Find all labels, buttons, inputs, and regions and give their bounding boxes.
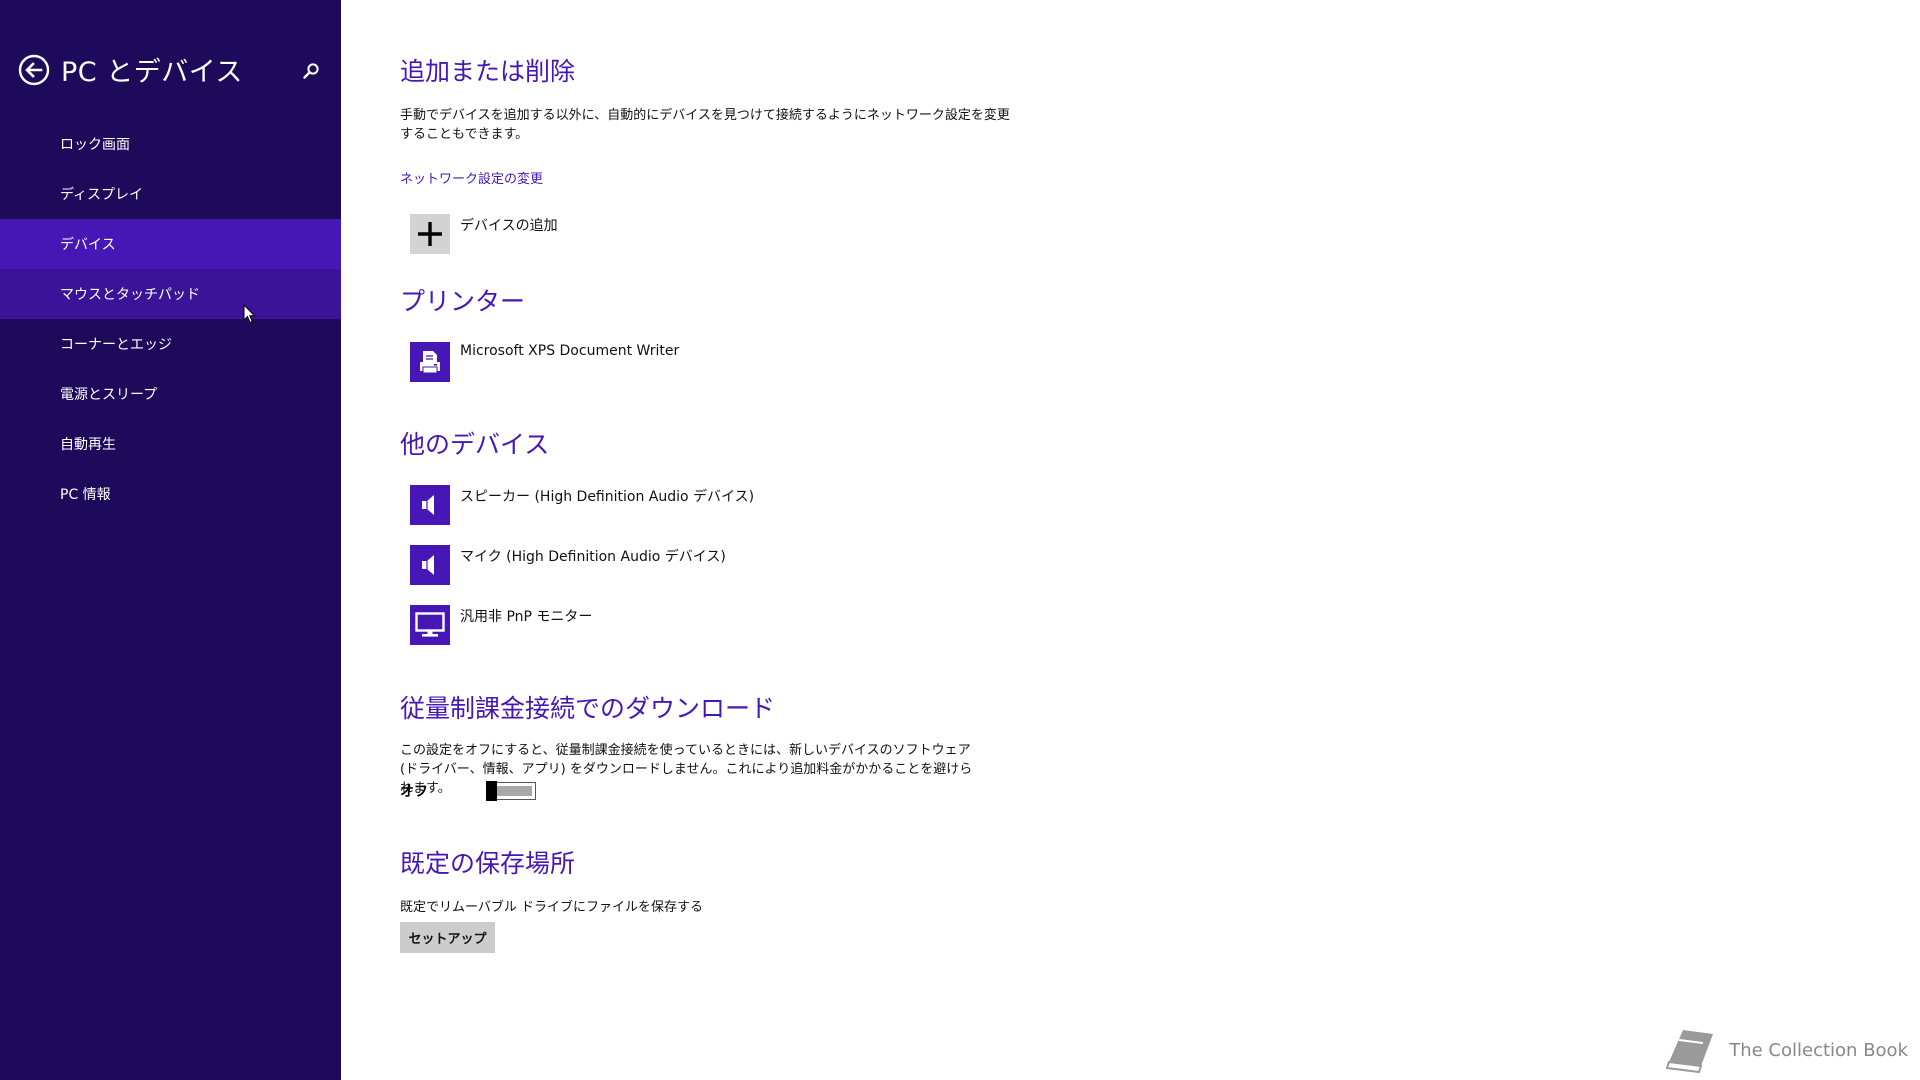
sidebar-item-display[interactable]: ディスプレイ	[0, 169, 341, 219]
add-device-button[interactable]: デバイスの追加	[410, 214, 558, 254]
device-item-printer[interactable]: Microsoft XPS Document Writer	[410, 342, 679, 382]
sidebar-item-label: ロック画面	[60, 137, 130, 153]
sidebar-item-lock-screen[interactable]: ロック画面	[0, 119, 341, 169]
watermark: The Collection Book	[1663, 1020, 1908, 1080]
sidebar: PC とデバイス ロック画面 ディスプレイ デバイス マウスとタッチパッド コー…	[0, 0, 341, 1080]
sidebar-item-label: ディスプレイ	[60, 187, 144, 203]
sidebar-item-label: マウスとタッチパッド	[60, 287, 200, 303]
speaker-icon	[410, 545, 450, 585]
sidebar-item-label: 自動再生	[60, 437, 116, 453]
network-settings-link[interactable]: ネットワーク設定の変更	[400, 168, 543, 187]
setup-button[interactable]: セットアップ	[400, 922, 495, 953]
section-heading-printers: プリンター	[400, 287, 526, 316]
device-item-monitor[interactable]: 汎用非 PnP モニター	[410, 605, 592, 645]
printer-icon	[410, 342, 450, 382]
search-icon[interactable]	[302, 62, 320, 80]
device-item-speaker[interactable]: スピーカー (High Definition Audio デバイス)	[410, 485, 754, 525]
metered-toggle-row: オフ	[400, 781, 536, 801]
default-save-description: 既定でリムーバブル ドライブにファイルを保存する	[400, 900, 704, 915]
toggle-thumb	[486, 781, 497, 801]
sidebar-item-power-sleep[interactable]: 電源とスリープ	[0, 369, 341, 419]
book-icon	[1665, 1030, 1714, 1074]
device-label: マイク (High Definition Audio デバイス)	[460, 549, 726, 565]
section-heading-add-remove: 追加または削除	[400, 57, 576, 86]
sidebar-item-label: コーナーとエッジ	[60, 337, 172, 353]
metered-download-toggle[interactable]	[486, 781, 536, 801]
sidebar-nav: ロック画面 ディスプレイ デバイス マウスとタッチパッド コーナーとエッジ 電源…	[0, 119, 341, 519]
app-window: PC とデバイス ロック画面 ディスプレイ デバイス マウスとタッチパッド コー…	[0, 0, 1920, 1080]
monitor-icon	[410, 605, 450, 645]
sidebar-item-label: PC 情報	[60, 487, 111, 503]
sidebar-item-label: デバイス	[60, 237, 116, 253]
plus-icon	[410, 214, 450, 254]
speaker-icon	[410, 485, 450, 525]
add-remove-description: 手動でデバイスを追加する以外に、自動的にデバイスを見つけて接続するようにネットワ…	[400, 108, 1010, 142]
sidebar-item-pc-info[interactable]: PC 情報	[0, 469, 341, 519]
sidebar-item-mouse-touchpad[interactable]: マウスとタッチパッド	[0, 269, 341, 319]
device-label: 汎用非 PnP モニター	[460, 609, 593, 625]
add-device-label: デバイスの追加	[460, 218, 558, 234]
mouse-cursor-icon	[243, 304, 256, 324]
toggle-state-label: オフ	[400, 784, 428, 800]
sidebar-header: PC とデバイス	[18, 50, 243, 89]
section-heading-default-save: 既定の保存場所	[400, 849, 576, 878]
section-heading-metered: 従量制課金接続でのダウンロード	[400, 694, 776, 723]
sidebar-item-devices[interactable]: デバイス	[0, 219, 341, 269]
device-item-microphone[interactable]: マイク (High Definition Audio デバイス)	[410, 545, 726, 585]
back-arrow-icon[interactable]	[18, 54, 50, 86]
watermark-text: The Collection Book	[1729, 1039, 1908, 1061]
device-label: Microsoft XPS Document Writer	[460, 343, 680, 359]
sidebar-title: PC とデバイス	[61, 57, 243, 88]
sidebar-item-label: 電源とスリープ	[60, 387, 158, 403]
sidebar-item-autoplay[interactable]: 自動再生	[0, 419, 341, 469]
section-heading-other-devices: 他のデバイス	[400, 430, 550, 459]
sidebar-item-corners-edges[interactable]: コーナーとエッジ	[0, 319, 341, 369]
device-label: スピーカー (High Definition Audio デバイス)	[460, 489, 755, 505]
